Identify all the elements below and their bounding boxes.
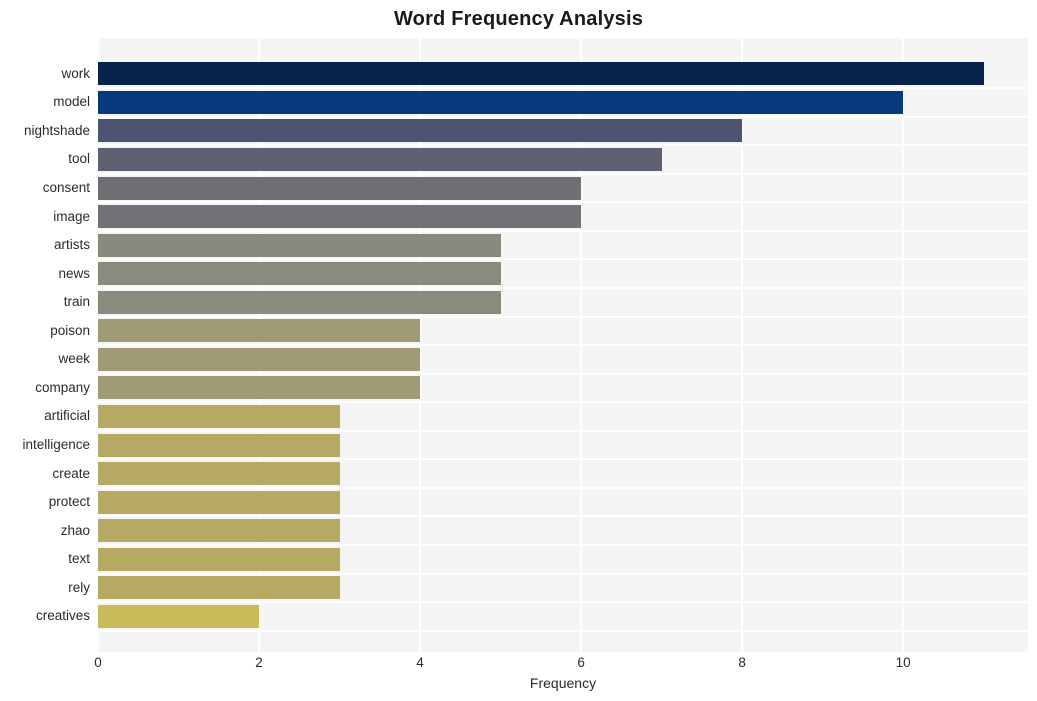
- plot-area: [97, 38, 1028, 652]
- y-axis-tick-label: zhao: [60, 523, 90, 538]
- y-axis-tick-label: tool: [68, 151, 90, 166]
- bar: [98, 405, 340, 428]
- chart-figure: Word Frequency Analysis work model nightsh…: [0, 0, 1037, 701]
- y-axis-tick-label: news: [58, 266, 90, 281]
- y-axis-tick-labels: work model nightshade tool consent image artis…: [0, 38, 90, 652]
- bar: [98, 205, 581, 228]
- x-axis-title: Frequency: [529, 675, 597, 691]
- y-axis-tick-label: image: [53, 209, 90, 224]
- bar: [98, 62, 984, 85]
- bar: [98, 519, 340, 542]
- y-axis-tick-label: train: [63, 294, 90, 309]
- y-axis-tick-label: nightshade: [23, 123, 90, 138]
- y-axis-tick-label: create: [52, 466, 90, 481]
- bar: [98, 291, 501, 314]
- y-axis-tick-label: week: [58, 351, 90, 366]
- y-axis-tick-label: intelligence: [22, 437, 90, 452]
- bar: [98, 177, 581, 200]
- bar: [98, 548, 340, 571]
- x-axis-tick-label: 2: [255, 655, 263, 670]
- bar: [98, 491, 340, 514]
- bar: [98, 462, 340, 485]
- bars-layer: [98, 38, 1028, 652]
- y-axis-tick-label: creatives: [35, 608, 90, 623]
- bar: [98, 262, 501, 285]
- y-axis-tick-label: model: [53, 94, 90, 109]
- page-title: Word Frequency Analysis: [393, 8, 644, 30]
- bar: [98, 119, 742, 142]
- bar: [98, 319, 420, 342]
- x-axis-tick-labels: 0 2 4 6 8 10: [94, 654, 1028, 674]
- y-axis-tick-label: rely: [68, 580, 90, 595]
- bar: [98, 348, 420, 371]
- y-axis-tick-label: protect: [48, 494, 90, 509]
- y-axis-tick-label: work: [61, 66, 90, 81]
- bar: [98, 376, 420, 399]
- y-axis-tick-label: poison: [50, 323, 90, 338]
- y-axis-tick-label: consent: [42, 180, 90, 195]
- y-axis-tick-label: artists: [53, 237, 90, 252]
- y-axis-tick-label: company: [35, 380, 90, 395]
- x-axis-tick-label: 6: [577, 655, 585, 670]
- bar: [98, 605, 259, 628]
- x-axis-tick-label: 8: [738, 655, 746, 670]
- bar: [98, 576, 340, 599]
- bar: [98, 234, 501, 257]
- bar: [98, 91, 903, 114]
- x-axis-tick-label: 0: [94, 655, 102, 670]
- x-axis-tick-label: 4: [416, 655, 424, 670]
- bar: [98, 434, 340, 457]
- x-axis-tick-label: 10: [895, 655, 911, 670]
- y-axis-tick-label: text: [68, 551, 90, 566]
- bar: [98, 148, 662, 171]
- y-axis-tick-label: artificial: [44, 408, 90, 423]
